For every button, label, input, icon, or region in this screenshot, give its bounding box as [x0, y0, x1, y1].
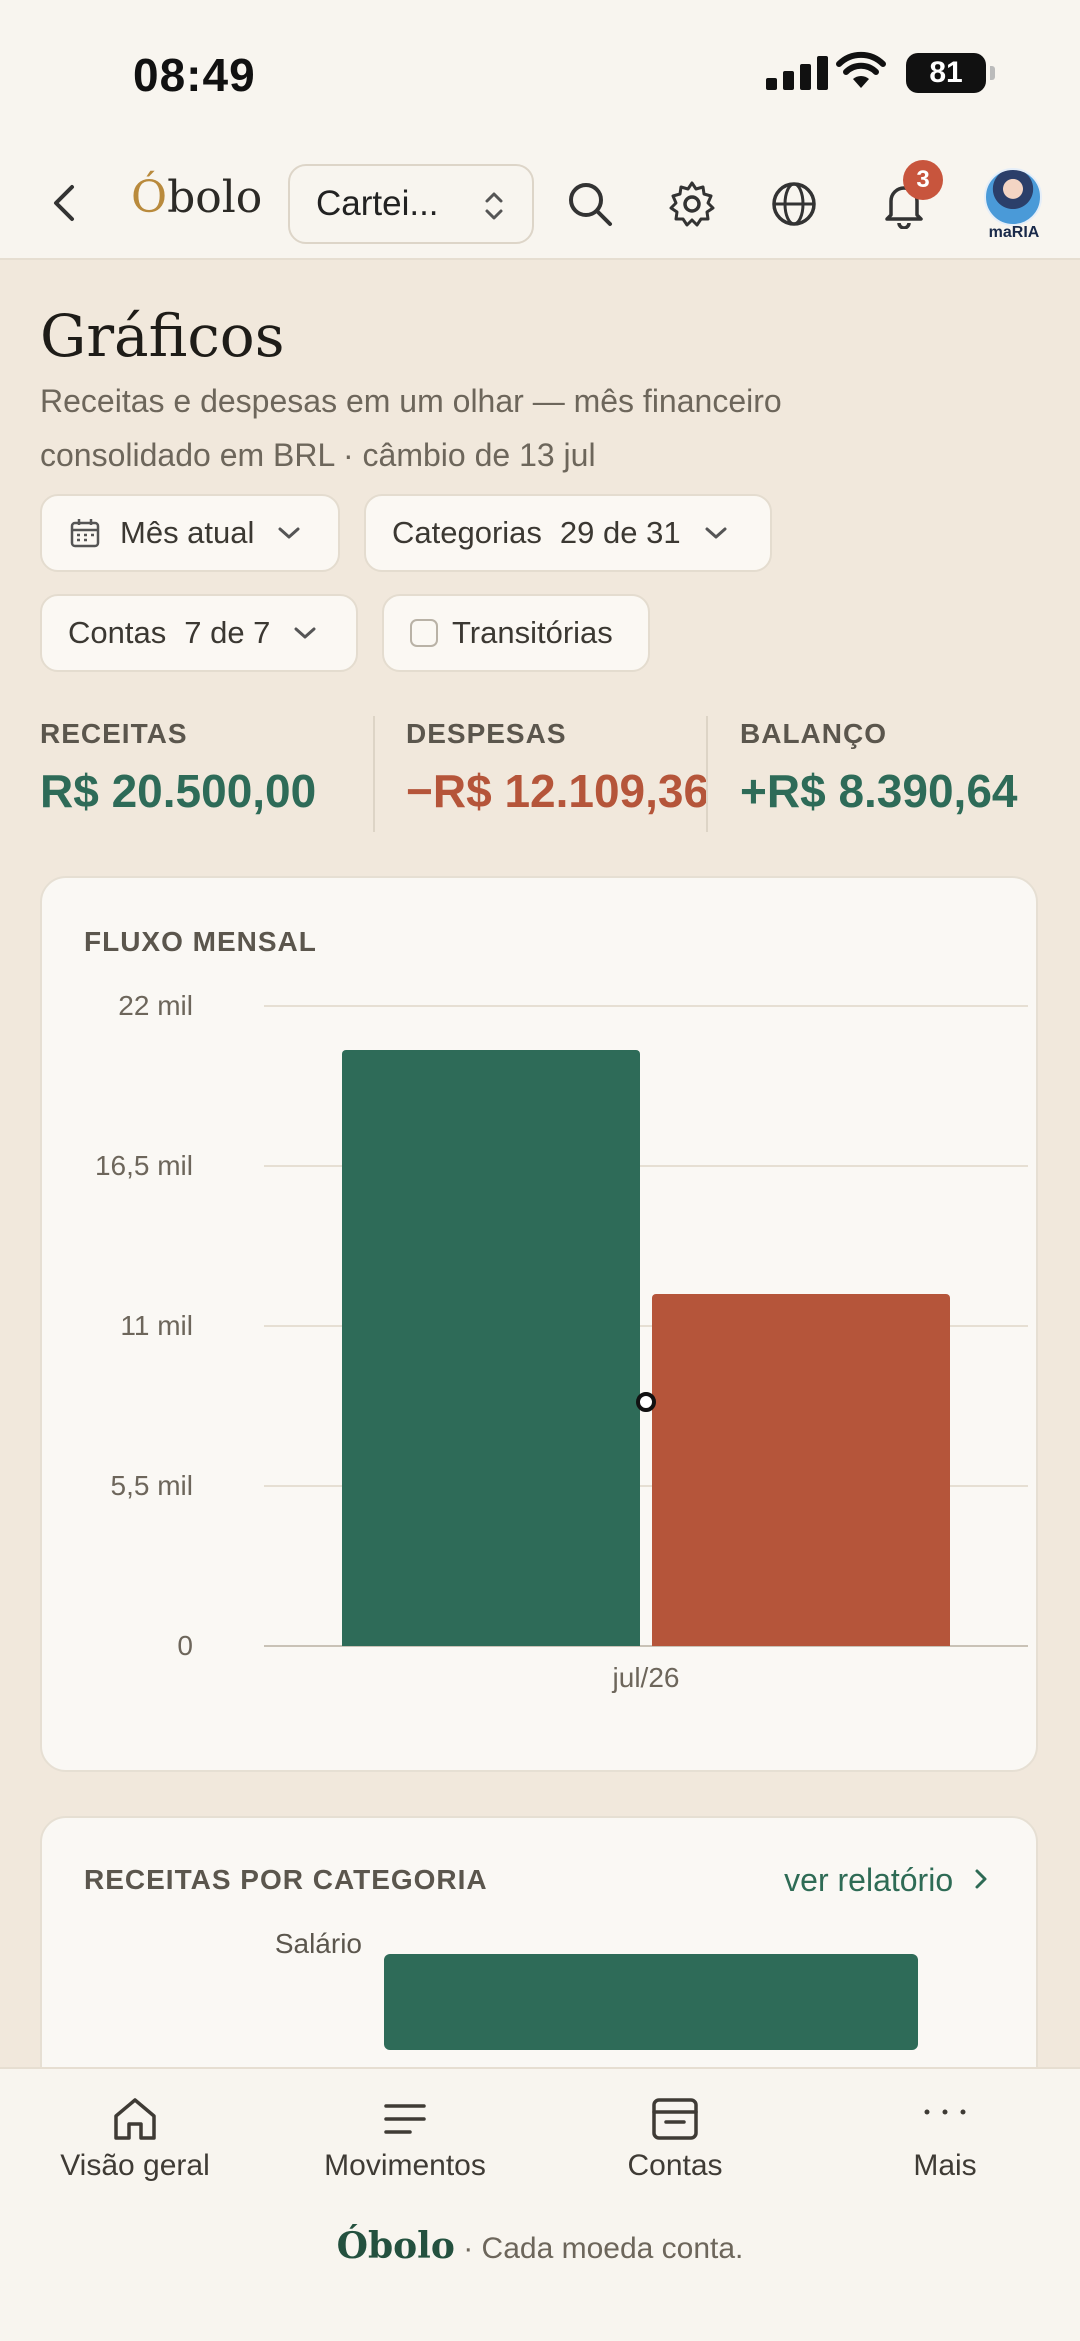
y-tick-label: 0 — [177, 1630, 193, 1661]
balance-summary: BALANÇO +R$ 8.390,64 — [740, 718, 1018, 818]
wifi-icon — [836, 50, 886, 95]
accounts-filter[interactable]: Contas 7 de 7 — [40, 594, 358, 672]
y-tick-label: 22 mil — [118, 990, 193, 1021]
expense-label: DESPESAS — [406, 718, 567, 749]
back-button[interactable] — [50, 178, 90, 228]
archive-icon — [652, 2098, 698, 2140]
category-label-salario: Salário — [274, 1928, 362, 1959]
cellular-signal-icon — [766, 56, 828, 90]
expense-summary: DESPESAS −R$ 12.109,36 — [406, 718, 709, 818]
nav-overview[interactable]: Visão geral — [0, 2069, 270, 2199]
view-report-label: ver relatório — [784, 1862, 954, 1898]
nav-overview-label: Visão geral — [60, 2149, 210, 2182]
avatar-label: maRIA — [988, 224, 1040, 241]
categories-filter-label: Categorias — [392, 515, 542, 550]
nav-movements[interactable]: Movimentos — [270, 2069, 540, 2199]
categories-filter[interactable]: Categorias 29 de 31 — [364, 494, 772, 572]
search-button[interactable] — [560, 174, 620, 234]
transitory-checkbox[interactable] — [410, 619, 438, 647]
gear-icon — [669, 181, 715, 227]
balance-label: BALANÇO — [740, 718, 887, 749]
home-icon — [114, 2098, 156, 2140]
accounts-filter-label: Contas — [68, 615, 167, 650]
app-header: Óbolo Cartei... 3 maRIA — [0, 148, 1080, 260]
nav-more[interactable]: Mais — [810, 2069, 1080, 2199]
income-by-category-title: RECEITAS POR CATEGORIA — [84, 1864, 488, 1895]
chevron-left-icon — [54, 185, 74, 221]
avatar[interactable] — [984, 168, 1042, 226]
income-summary: RECEITAS R$ 20.500,00 — [40, 718, 316, 818]
nav-accounts-label: Contas — [627, 2149, 723, 2182]
summary-divider — [706, 716, 708, 832]
settings-button[interactable] — [662, 174, 722, 234]
search-icon — [569, 183, 612, 226]
expense-value: −R$ 12.109,36 — [406, 765, 710, 817]
status-time: 08:49 — [133, 49, 256, 101]
y-tick-label: 5,5 mil — [110, 1470, 193, 1501]
period-filter-label: Mês atual — [120, 515, 255, 550]
battery-level: 81 — [929, 56, 963, 89]
chevron-down-icon — [278, 527, 300, 539]
wallet-selector[interactable]: Cartei... — [288, 164, 534, 244]
app-logo[interactable]: Óbolo — [131, 172, 262, 223]
page-subtitle: Receitas e despesas em um olhar — mês fi… — [40, 383, 782, 473]
monthly-flow-card: FLUXO MENSAL 22 mil 16,5 mil 11 mil 5,5 mil… — [40, 876, 1038, 1772]
wallet-selector-label: Cartei... — [316, 184, 439, 223]
globe-icon — [772, 182, 816, 226]
category-bar-salario[interactable] — [384, 1954, 918, 2050]
chevron-down-icon — [294, 627, 316, 639]
language-button[interactable] — [764, 174, 824, 234]
nav-accounts[interactable]: Contas — [540, 2069, 810, 2199]
chart-title: FLUXO MENSAL — [84, 926, 317, 957]
y-tick-label: 11 mil — [120, 1310, 193, 1341]
status-bar: 08:49 81 — [0, 0, 1080, 148]
chevron-up-down-icon — [485, 192, 503, 220]
y-tick-label: 16,5 mil — [94, 1150, 193, 1181]
bottom-navigation: Visão geral Movimentos Contas Mais Óbolo… — [0, 2067, 1080, 2341]
summary-divider — [373, 716, 375, 832]
view-report-link[interactable]: ver relatório — [784, 1862, 990, 1899]
footer-brand: Óbolo — [336, 2225, 455, 2267]
notification-badge: 3 — [903, 160, 943, 200]
income-label: RECEITAS — [40, 718, 188, 749]
balance-value: +R$ 8.390,64 — [740, 765, 1018, 817]
nav-movements-label: Movimentos — [324, 2149, 486, 2182]
accounts-filter-value: 7 de 7 — [184, 615, 271, 650]
battery-indicator: 81 — [906, 53, 995, 93]
categories-filter-value: 29 de 31 — [559, 515, 681, 550]
nav-more-label: Mais — [913, 2149, 977, 2182]
chevron-down-icon — [705, 527, 727, 539]
transitory-label: Transitórias — [452, 615, 613, 650]
transitory-toggle[interactable]: Transitórias — [382, 594, 650, 672]
more-icon — [924, 2109, 966, 2115]
x-tick-label: jul/26 — [612, 1662, 680, 1693]
calendar-icon — [70, 519, 100, 548]
list-icon — [384, 2104, 426, 2134]
chart-bar-income[interactable] — [342, 1049, 640, 1646]
footer-text: · Cada moeda conta. — [463, 2232, 744, 2265]
period-filter[interactable]: Mês atual — [40, 494, 340, 572]
chevron-right-icon — [975, 1869, 987, 1889]
footer-tagline: Óbolo · Cada moeda conta. — [0, 2225, 1080, 2267]
income-value: R$ 20.500,00 — [40, 765, 317, 817]
chart-hover-indicator — [636, 1392, 656, 1412]
grid-line — [264, 1005, 1028, 1007]
chart-bar-expense[interactable] — [652, 1293, 950, 1646]
page-title: Gráficos — [40, 302, 285, 370]
